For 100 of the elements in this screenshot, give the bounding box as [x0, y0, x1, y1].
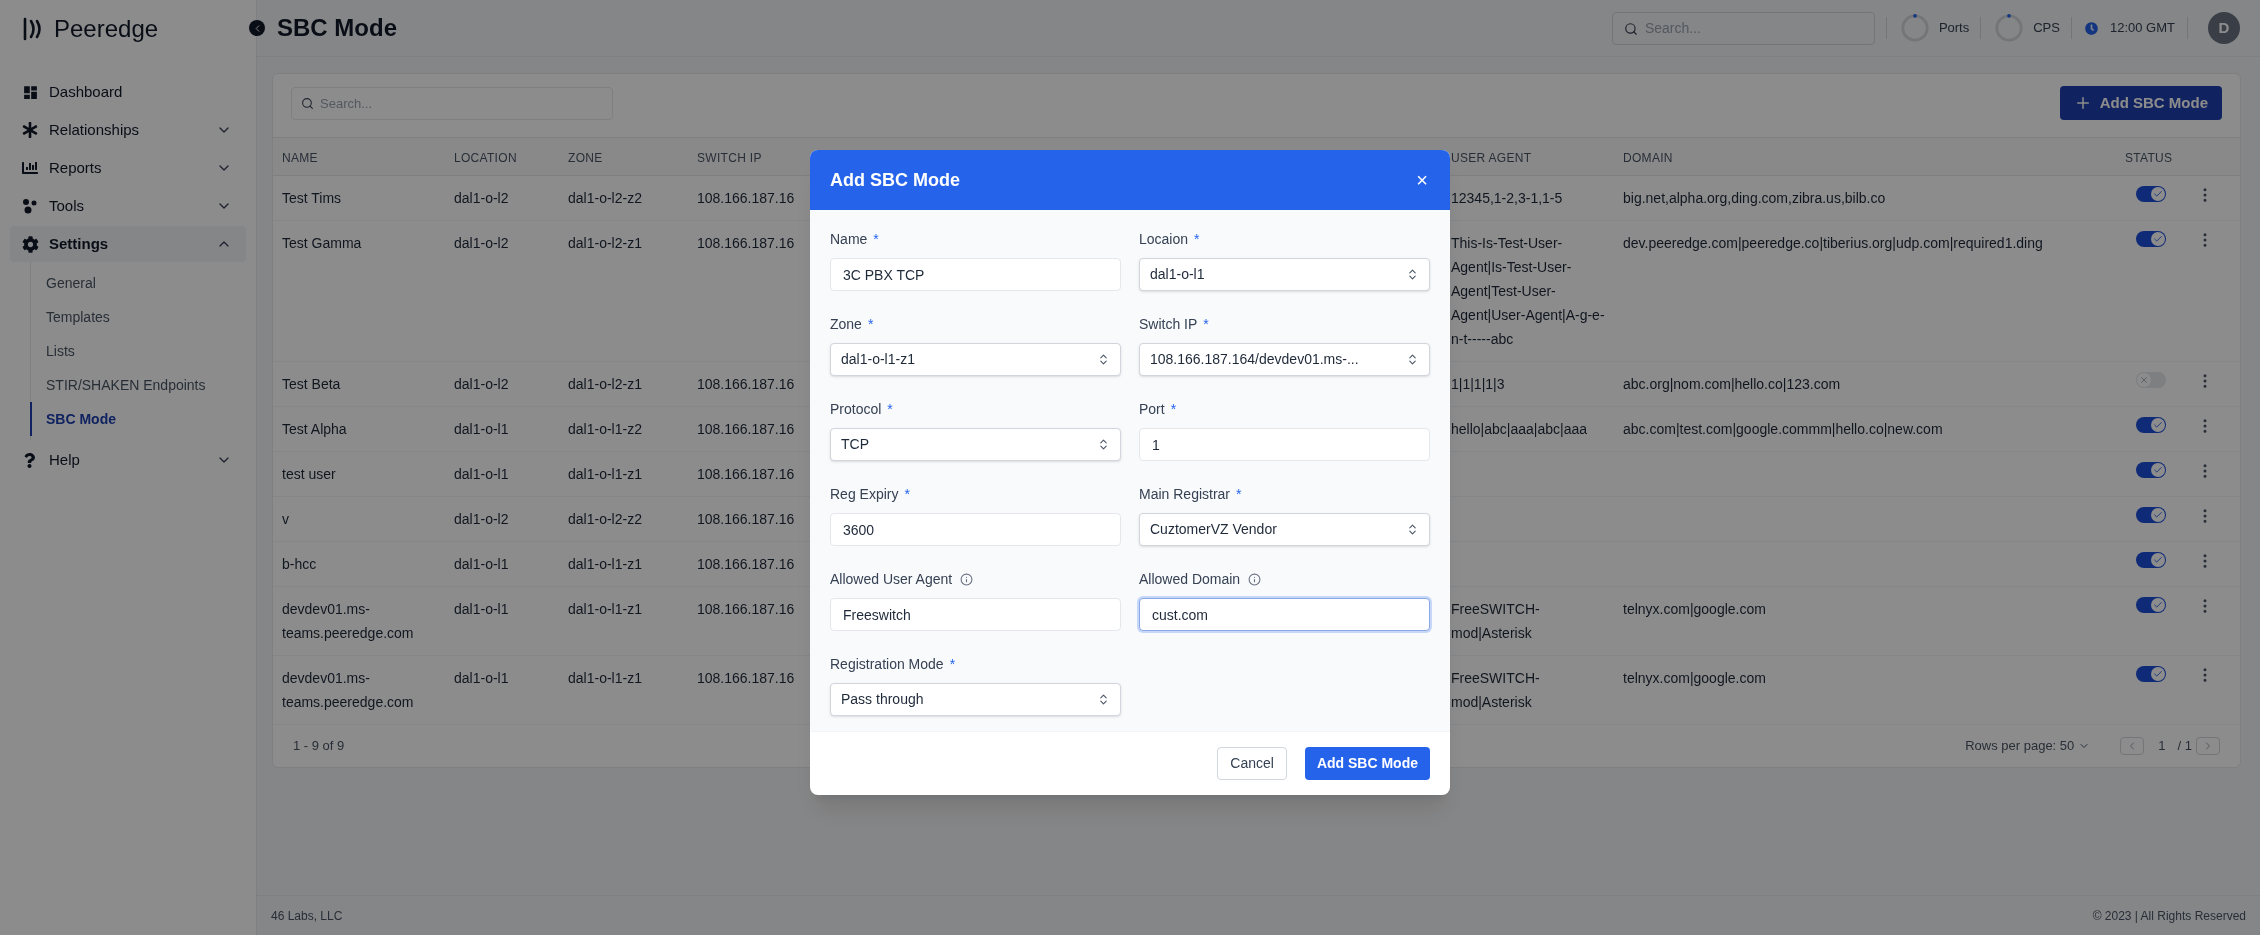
nav-item[interactable]: Dashboard	[10, 74, 246, 110]
user-avatar[interactable]: D	[2208, 12, 2240, 44]
table-cell: dal1-o-l2-z1	[568, 235, 642, 251]
nav-subitem[interactable]: Lists	[30, 334, 246, 368]
chevrons-icon	[1097, 353, 1110, 366]
table-cell: telnyx.com|google.com	[1623, 670, 1766, 686]
table-search-field[interactable]: Search...	[291, 86, 613, 120]
submit-button[interactable]: Add SBC Mode	[1304, 747, 1430, 780]
check-icon	[2153, 669, 2163, 679]
table-cell: 108.166.187.16	[697, 190, 795, 206]
table-cell: big.net,alpha.org,ding.com,zibra.us,bilb.co	[1623, 190, 1886, 206]
rows-per-page-select[interactable]: Rows per page: 50	[1965, 736, 2091, 756]
clock-icon	[2084, 21, 2098, 35]
select-field[interactable]: CuztomerVZ Vendor	[1139, 513, 1430, 546]
text-field[interactable]: cust.com	[1139, 598, 1430, 631]
text-field[interactable]: 1	[1139, 428, 1430, 461]
column-header: NAME	[282, 150, 318, 165]
text-field[interactable]: 3600	[830, 513, 1121, 546]
field-label: Switch IP	[1139, 314, 1198, 334]
question-icon	[22, 452, 37, 468]
required-mark: *	[887, 399, 893, 419]
status-toggle[interactable]	[2136, 186, 2166, 202]
table-cell: 12345,1-2,3-1,1-5	[1451, 190, 1563, 206]
table-cell: devdev01.ms-teams.peeredge.com	[282, 670, 414, 710]
row-range: 1 - 9 of 9	[293, 737, 345, 756]
status-toggle[interactable]	[2136, 417, 2166, 433]
chevrons-icon	[1406, 268, 1419, 281]
status-toggle[interactable]	[2136, 372, 2166, 388]
status-toggle[interactable]	[2136, 507, 2166, 523]
text-field[interactable]: 3C PBX TCP	[830, 258, 1121, 291]
check-icon	[2153, 465, 2163, 475]
brand-name: Peeredge	[54, 14, 159, 44]
required-mark: *	[873, 229, 879, 249]
table-cell: dal1-o-l2	[454, 235, 509, 251]
table-cell: FreeSWITCH-mod|Asterisk	[1451, 670, 1540, 710]
table-cell: dal1-o-l1-z1	[568, 556, 642, 572]
status-toggle[interactable]	[2136, 666, 2166, 682]
nav-subitem[interactable]: Templates	[30, 300, 246, 334]
required-mark: *	[1194, 229, 1200, 249]
table-cell: 108.166.187.16	[697, 376, 795, 392]
select-field[interactable]: dal1-o-l1	[1139, 258, 1430, 291]
field-label: Main Registrar	[1139, 484, 1231, 504]
footer-copyright: © 2023 | All Rights Reserved	[2092, 907, 2246, 925]
close-button[interactable]: ×	[1414, 170, 1430, 190]
table-cell: telnyx.com|google.com	[1623, 601, 1766, 617]
table-cell: dal1-o-l2-z1	[568, 376, 642, 392]
table-cell: This-Is-Test-User-Agent|Is-Test-User-Agent|Test-User-Agent|User-Agent|A-g-e-n-t-----abc	[1451, 235, 1605, 347]
status-toggle[interactable]	[2136, 462, 2166, 478]
required-mark: *	[867, 314, 874, 334]
ring-gauge-icon	[1994, 13, 2025, 43]
select-field[interactable]: Pass through	[830, 683, 1121, 716]
table-cell: hello|abc|aaa|abc|aaa	[1451, 421, 1587, 437]
select-field[interactable]: 108.166.187.164/devdev01.ms-...	[1139, 343, 1430, 376]
table-cell: Test Alpha	[282, 421, 347, 437]
select-field[interactable]: dal1-o-l1-z1	[830, 343, 1121, 376]
chevrons-icon	[1406, 353, 1419, 366]
collapse-sidebar-button[interactable]	[249, 20, 265, 36]
nav-subitem[interactable]: SBC Mode	[30, 402, 246, 436]
required-mark: *	[949, 654, 956, 674]
table-cell: abc.com|test.com|google.commm|hello.co|new.com	[1623, 421, 1943, 437]
table-cell: test user	[282, 466, 336, 482]
add-sbc-mode-button[interactable]: Add SBC Mode	[2059, 86, 2222, 120]
field-label: Registration Mode	[830, 654, 944, 674]
table-cell: dal1-o-l1	[454, 466, 509, 482]
page-total: / 1	[2177, 737, 2192, 756]
logo-icon	[22, 17, 44, 41]
nav-item[interactable]: Help	[10, 442, 246, 478]
asterisk-icon	[22, 122, 38, 138]
select-field[interactable]: TCP	[830, 428, 1121, 461]
gear-icon	[22, 235, 39, 253]
status-toggle[interactable]	[2136, 597, 2166, 613]
status-toggle[interactable]	[2136, 231, 2166, 247]
chevrons-icon	[1406, 523, 1419, 536]
nav-subitem[interactable]: STIR/SHAKEN Endpoints	[30, 368, 246, 402]
nav-item[interactable]: Tools	[10, 188, 246, 224]
nav-item[interactable]: Settings	[10, 226, 246, 262]
status-toggle[interactable]	[2136, 552, 2166, 568]
chart-icon	[22, 160, 38, 176]
table-cell: dal1-o-l1	[454, 670, 509, 686]
table-cell: abc.org|nom.com|hello.co|123.com	[1623, 376, 1841, 392]
nav-item[interactable]: Relationships	[10, 112, 246, 148]
table-cell: dal1-o-l2	[454, 190, 509, 206]
column-header: USER AGENT	[1451, 150, 1532, 165]
check-icon	[2153, 420, 2163, 430]
check-icon	[2153, 189, 2163, 199]
nav-item[interactable]: Reports	[10, 150, 246, 186]
text-field[interactable]: Freeswitch	[830, 598, 1121, 631]
table-cell: Test Tims	[282, 190, 342, 206]
check-icon	[2153, 510, 2163, 520]
chevrons-icon	[1097, 693, 1110, 706]
check-icon	[2153, 555, 2163, 565]
table-cell: dal1-o-l1-z2	[568, 421, 642, 437]
cancel-button[interactable]: Cancel	[1217, 747, 1287, 780]
field-label: Name	[830, 229, 868, 249]
table-cell: dal1-o-l1-z1	[568, 670, 642, 686]
table-cell: Test Gamma	[282, 235, 362, 251]
column-header: DOMAIN	[1623, 150, 1673, 165]
field-label: Port	[1139, 399, 1165, 419]
table-cell: 108.166.187.16	[697, 670, 795, 686]
nav-subitem[interactable]: General	[30, 266, 246, 300]
